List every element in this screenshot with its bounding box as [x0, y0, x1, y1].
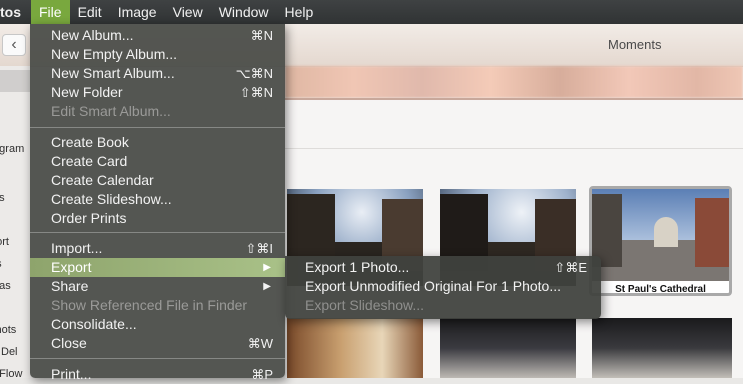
menu-item-label: New Empty Album...: [51, 46, 178, 62]
menu-separator: [30, 127, 285, 128]
sidebar-selection: [0, 70, 30, 92]
menu-item-label: New Smart Album...: [51, 65, 175, 81]
menu-item-label: Close: [51, 335, 87, 351]
photo-thumbnail[interactable]: [592, 318, 732, 378]
menu-item-export-unmodified-original[interactable]: Export Unmodified Original For 1 Photo..…: [285, 277, 601, 296]
photo-strip-top: [285, 66, 743, 98]
sidebar-item[interactable]: port: [0, 236, 30, 248]
menu-separator: [30, 358, 285, 359]
menu-image[interactable]: Image: [110, 0, 165, 24]
menu-item-export-slideshow: Export Slideshow...: [285, 296, 601, 315]
menu-file[interactable]: File: [31, 0, 70, 24]
dome-shape: [653, 216, 678, 247]
menu-window[interactable]: Window: [211, 0, 277, 24]
menu-item-shortcut: ⌘P: [251, 367, 273, 382]
photo-building: [694, 198, 729, 268]
menu-item-label: Export Slideshow...: [305, 297, 425, 313]
menu-item-label: Show Referenced File in Finder: [51, 297, 248, 313]
menu-help[interactable]: Help: [277, 0, 322, 24]
photo-image: [592, 189, 729, 281]
menu-item-close[interactable]: Close ⌘W: [30, 334, 285, 353]
menu-item-shortcut: ⇧⌘N: [239, 85, 273, 100]
submenu-arrow-icon: ▶: [263, 281, 271, 292]
selected-photo[interactable]: [589, 186, 732, 296]
menu-item-label: New Folder: [51, 84, 123, 100]
menu-item-create-calendar[interactable]: Create Calendar: [30, 171, 285, 190]
menu-item-share[interactable]: Share ▶: [30, 277, 285, 296]
menu-item-new-empty-album[interactable]: New Empty Album...: [30, 45, 285, 64]
menu-view[interactable]: View: [165, 0, 211, 24]
sidebar-item[interactable]: shots: [0, 324, 30, 336]
menu-item-label: Create Calendar: [51, 172, 154, 188]
menu-item-create-card[interactable]: Create Card: [30, 152, 285, 171]
submenu-arrow-icon: ▶: [263, 262, 271, 273]
menu-item-label: Print...: [51, 366, 92, 382]
menu-item-show-referenced-file: Show Referenced File in Finder: [30, 296, 285, 315]
menu-separator: [30, 232, 285, 233]
menu-item-create-book[interactable]: Create Book: [30, 133, 285, 152]
menu-item-shortcut: ⇧⌘E: [554, 260, 587, 275]
menu-item-new-album[interactable]: New Album... ⌘N: [30, 26, 285, 45]
menu-item-label: Create Card: [51, 153, 128, 169]
menu-item-shortcut: ⇧⌘I: [245, 241, 273, 256]
sidebar-item[interactable]: mas: [0, 280, 30, 292]
menu-item-shortcut: ⌘N: [250, 28, 273, 43]
menu-item-export[interactable]: Export ▶: [30, 258, 285, 277]
export-submenu: Export 1 Photo... ⇧⌘E Export Unmodified …: [285, 256, 601, 319]
menu-item-order-prints[interactable]: Order Prints: [30, 209, 285, 228]
menu-item-import[interactable]: Import... ⇧⌘I: [30, 239, 285, 258]
sidebar: y tagram tos port es mas shots ly Del n …: [0, 66, 30, 380]
menu-edit[interactable]: Edit: [70, 0, 110, 24]
menu-item-shortcut: ⌥⌘N: [235, 66, 273, 81]
file-menu: New Album... ⌘N New Empty Album... New S…: [30, 24, 285, 382]
menu-item-create-slideshow[interactable]: Create Slideshow...: [30, 190, 285, 209]
sidebar-item[interactable]: es: [0, 258, 30, 270]
menu-bar: tos File Edit Image View Window Help: [0, 0, 743, 24]
menu-item-export-1-photo[interactable]: Export 1 Photo... ⇧⌘E: [285, 258, 601, 277]
back-button[interactable]: ‹: [2, 34, 26, 56]
menu-item-label: Export: [51, 259, 92, 275]
photo-caption: St Paul's Cathedral: [615, 284, 706, 295]
strip-divider: [285, 98, 743, 100]
sidebar-item[interactable]: tos: [0, 192, 30, 204]
photo-image: [287, 318, 423, 378]
menu-item-label: Share: [51, 278, 89, 294]
menu-item-label: Export 1 Photo...: [305, 259, 410, 275]
sidebar-item[interactable]: n Flow: [0, 368, 30, 380]
menu-item-new-smart-album[interactable]: New Smart Album... ⌥⌘N: [30, 64, 285, 83]
tab-moments[interactable]: Moments: [608, 37, 661, 52]
menu-item-label: New Album...: [51, 27, 134, 43]
menu-item-label: Create Book: [51, 134, 129, 150]
sidebar-item[interactable]: y: [0, 122, 30, 134]
section-divider: [285, 148, 743, 149]
photo-image: [592, 318, 732, 378]
menu-item-label: Create Slideshow...: [51, 191, 172, 207]
menu-item-edit-smart-album: Edit Smart Album...: [30, 102, 285, 121]
photo-image: [440, 318, 576, 378]
menu-item-label: Edit Smart Album...: [51, 103, 171, 119]
menu-item-print[interactable]: Print... ⌘P: [30, 365, 285, 384]
menu-item-shortcut: ⌘W: [247, 336, 273, 351]
photo-thumbnail[interactable]: [287, 318, 423, 378]
menu-item-label: Import...: [51, 240, 103, 256]
photo-thumbnail[interactable]: [440, 318, 576, 378]
menu-item-label: Consolidate...: [51, 316, 137, 332]
sidebar-item[interactable]: tagram: [0, 143, 30, 155]
menu-item-label: Export Unmodified Original For 1 Photo..…: [305, 278, 562, 294]
menu-item-consolidate[interactable]: Consolidate...: [30, 315, 285, 334]
app-menu[interactable]: tos: [0, 0, 31, 24]
sidebar-item[interactable]: ly Del: [0, 346, 30, 358]
menu-item-label: Order Prints: [51, 210, 127, 226]
menu-item-new-folder[interactable]: New Folder ⇧⌘N: [30, 83, 285, 102]
